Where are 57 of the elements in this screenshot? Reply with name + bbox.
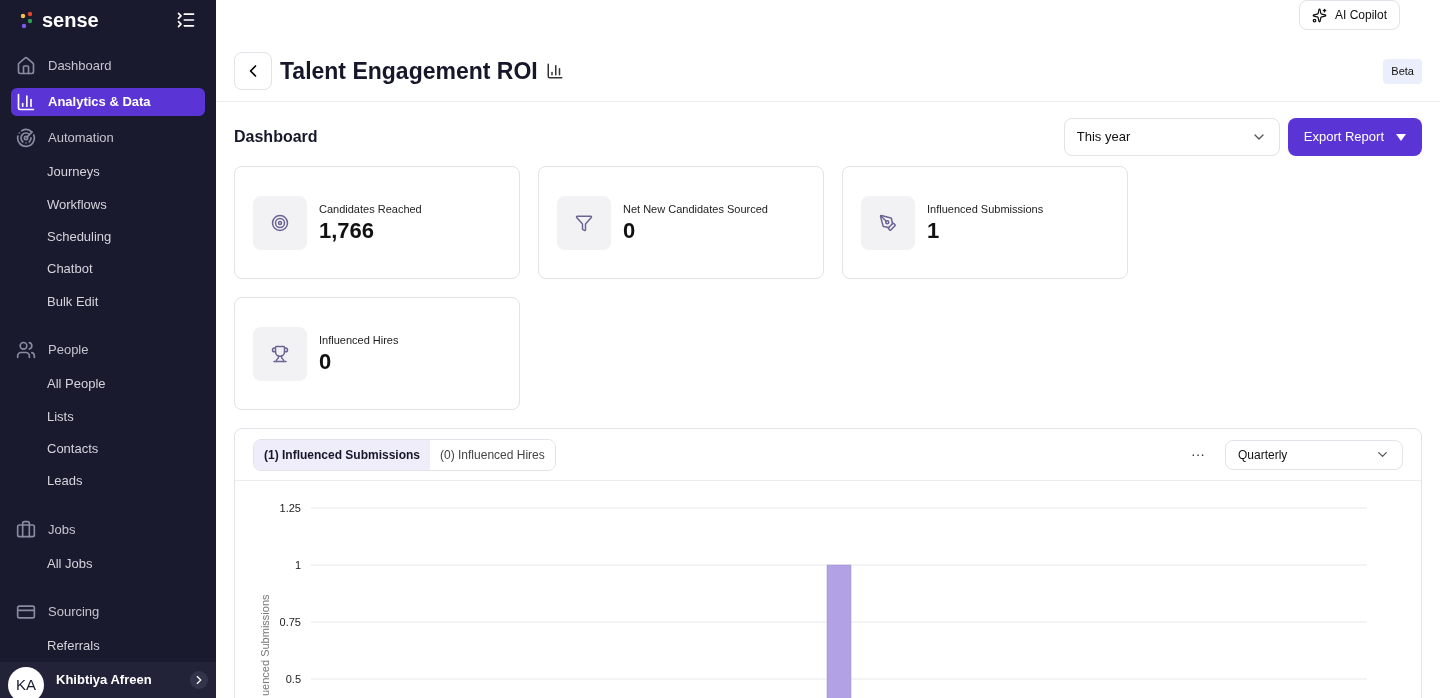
sidebar-item[interactable]: Sourcing: [11, 597, 205, 626]
interval-dropdown[interactable]: Quarterly: [1225, 439, 1403, 470]
user-name: Khibtiya Afreen: [56, 671, 153, 690]
sidebar-subitem[interactable]: All People: [11, 371, 205, 396]
logo-icon: [20, 11, 34, 29]
metric-value: 0: [623, 217, 637, 245]
people-icon: [16, 339, 36, 360]
brand-name: sense: [42, 10, 99, 30]
bar-chart-icon: [545, 62, 564, 80]
caret-down-icon: [1396, 133, 1406, 141]
y-tick-label: 0.75: [279, 616, 301, 628]
expand-user-button[interactable]: [190, 671, 208, 689]
more-options-button[interactable]: ···: [1191, 444, 1205, 465]
metric-label: Influenced Hires: [319, 332, 399, 348]
trophy-icon: [271, 344, 289, 363]
y-tick-label: 1: [294, 559, 301, 571]
y-tick-label: 1.25: [279, 502, 301, 514]
page-title: Talent Engagement ROI: [280, 56, 538, 86]
metric-value: 1,766: [319, 217, 376, 245]
y-axis-label: uenced Submissions: [259, 594, 271, 696]
sidebar-item[interactable]: People: [11, 335, 205, 364]
y-tick-label: 0.5: [285, 673, 301, 685]
home-icon: [16, 56, 36, 76]
user-avatar: KA: [8, 667, 44, 698]
briefcase-icon: [16, 519, 36, 540]
sidebar-item[interactable]: Automation: [11, 124, 205, 152]
ai-copilot-button[interactable]: AI Copilot: [1298, 0, 1400, 30]
sidebar-subitem[interactable]: Chatbot: [11, 257, 205, 282]
radar-icon: [16, 128, 36, 148]
metric-label: Candidates Reached: [319, 201, 422, 217]
metric-label: Net New Candidates Sourced: [623, 201, 768, 217]
sparkles-icon: [1311, 7, 1327, 23]
beta-badge: Beta: [1383, 59, 1422, 84]
chart-tab[interactable]: (1) Influenced Submissions: [254, 439, 431, 470]
period-dropdown[interactable]: This year: [1063, 118, 1280, 156]
collapse-menu-icon[interactable]: [176, 10, 196, 30]
sidebar-item[interactable]: Dashboard: [11, 52, 205, 80]
sidebar-subitem[interactable]: Leads: [11, 469, 205, 494]
metric-value: 0: [319, 348, 333, 376]
sidebar-subitem[interactable]: Workflows: [11, 192, 205, 217]
sidebar-item[interactable]: Jobs: [11, 515, 205, 544]
pen-icon: [879, 213, 897, 232]
sidebar-subitem[interactable]: Lists: [11, 404, 205, 429]
bar-chart-icon: [16, 92, 36, 112]
sidebar-subitem[interactable]: Contacts: [11, 436, 205, 461]
metric-label: Influenced Submissions: [927, 201, 1044, 217]
sidebar-subitem[interactable]: Referrals: [11, 633, 205, 658]
export-report-button[interactable]: Export Report: [1287, 118, 1422, 156]
target-icon: [271, 213, 289, 232]
funnel-icon: [575, 213, 593, 232]
sidebar-subitem[interactable]: Scheduling: [11, 224, 205, 249]
sidebar-subitem[interactable]: Journeys: [11, 160, 205, 184]
sidebar-item[interactable]: Analytics & Data: [11, 88, 205, 116]
metric-value: 1: [927, 217, 941, 245]
sidebar-subitem[interactable]: Bulk Edit: [11, 289, 205, 314]
section-title: Dashboard: [234, 127, 318, 147]
sidebar-subitem[interactable]: All Jobs: [11, 551, 205, 576]
